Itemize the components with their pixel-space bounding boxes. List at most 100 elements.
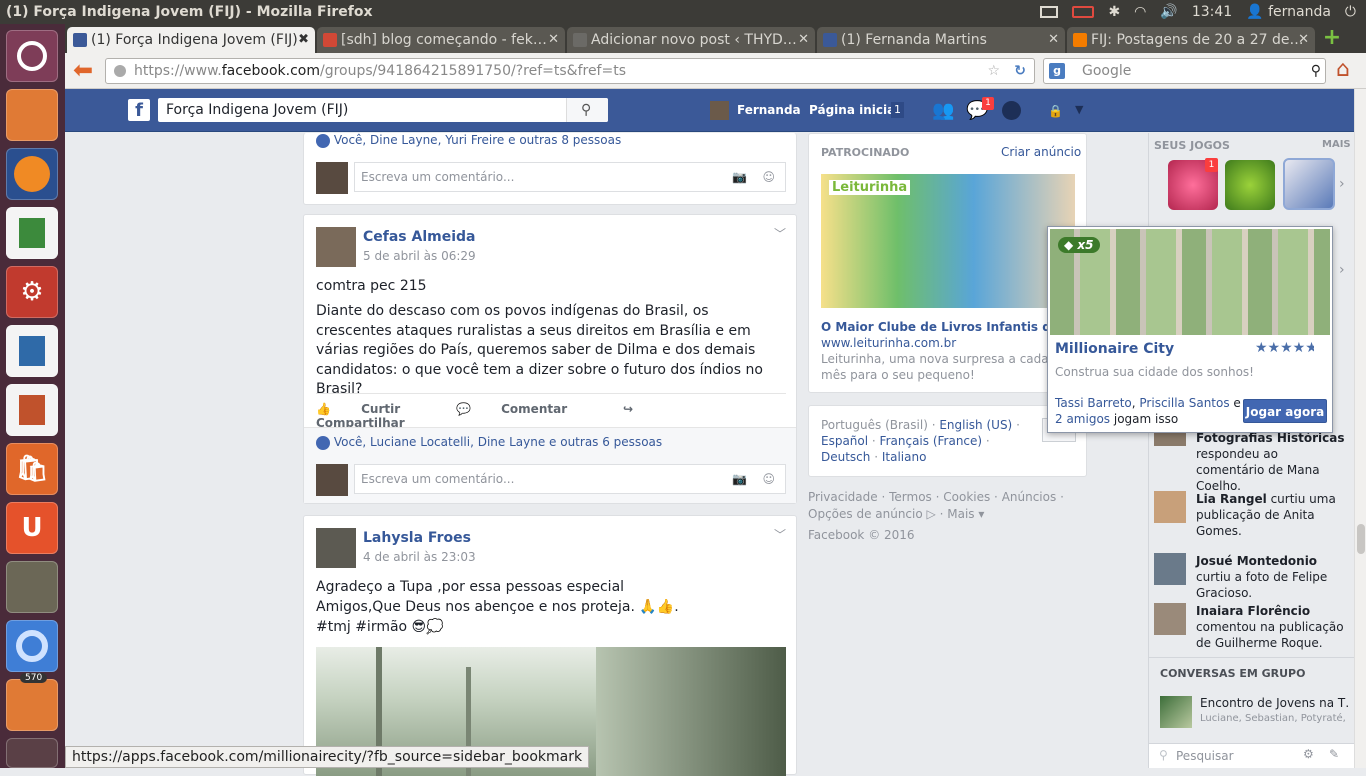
- ad-title[interactable]: O Maior Clube de Livros Infantis do Bras…: [821, 320, 1081, 334]
- close-tab-icon[interactable]: ✕: [1298, 27, 1309, 53]
- mail-icon[interactable]: [1040, 6, 1059, 18]
- create-ad-link[interactable]: Criar anúncio: [1001, 145, 1081, 159]
- like-button[interactable]: 👍 Curtir: [316, 402, 426, 416]
- trash-icon[interactable]: [6, 738, 58, 768]
- comment-button[interactable]: 💬 Comentar: [456, 402, 593, 416]
- footer-link[interactable]: Anúncios: [1002, 490, 1057, 504]
- gear-icon[interactable]: ⚙: [1303, 747, 1314, 761]
- ubuntu-one-icon[interactable]: U: [6, 502, 58, 554]
- shopping-icon[interactable]: 🛍: [6, 443, 58, 495]
- search-button[interactable]: ⚲: [566, 98, 608, 122]
- close-tab-icon[interactable]: ✕: [548, 27, 559, 53]
- profile-avatar[interactable]: [710, 101, 729, 120]
- camera-icon[interactable]: 📷: [732, 465, 747, 493]
- author-avatar[interactable]: [316, 528, 356, 568]
- compose-icon[interactable]: ✎: [1329, 747, 1339, 761]
- page-scrollbar[interactable]: [1354, 89, 1366, 768]
- hashtags[interactable]: #tmj #irmão 😎💭: [316, 618, 444, 638]
- facebook-search-input[interactable]: Força Indigena Jovem (FIJ) ⚲: [158, 98, 608, 122]
- footer-link[interactable]: Opções de anúncio: [808, 507, 923, 521]
- likes-summary[interactable]: Você, Dine Layne, Yuri Freire e outras 8…: [316, 133, 621, 149]
- footer-link[interactable]: Privacidade: [808, 490, 878, 504]
- play-now-button[interactable]: Jogar agora: [1243, 399, 1327, 423]
- power-icon[interactable]: ⏻: [1345, 0, 1356, 24]
- language-link[interactable]: Français (France): [880, 434, 983, 448]
- ad-image[interactable]: Leiturinha: [821, 174, 1075, 308]
- notifications-globe-icon[interactable]: [1002, 101, 1021, 120]
- home-link[interactable]: Página inicial: [809, 103, 899, 117]
- reload-icon[interactable]: ↻: [1014, 59, 1026, 83]
- post-timestamp[interactable]: 5 de abril às 06:29: [363, 249, 476, 263]
- close-tab-icon[interactable]: ✕: [1048, 27, 1059, 53]
- gimp-icon[interactable]: [6, 561, 58, 613]
- battery-icon[interactable]: [1072, 6, 1095, 18]
- friend-link[interactable]: Tassi Barreto: [1055, 396, 1132, 410]
- impress-icon[interactable]: [6, 384, 58, 436]
- footer-link[interactable]: Cookies: [943, 490, 990, 504]
- scrollbar-thumb[interactable]: [1357, 524, 1365, 554]
- home-icon[interactable]: ⌂: [1336, 58, 1360, 82]
- tab-gmail[interactable]: [sdh] blog começando - fek… ✕: [317, 27, 565, 53]
- chat-search-input[interactable]: Pesquisar: [1176, 749, 1234, 763]
- group-conversation-item[interactable]: Encontro de Jovens na T… Luciane, Sebast…: [1160, 694, 1350, 728]
- chevron-right-icon[interactable]: ›: [1339, 176, 1345, 192]
- tab-fernanda-martins[interactable]: (1) Fernanda Martins ✕: [817, 27, 1065, 53]
- game-pet-rescue[interactable]: [1225, 160, 1275, 210]
- account-menu-icon[interactable]: ▼: [1075, 103, 1083, 116]
- more-friends-link[interactable]: 2 amigos: [1055, 412, 1110, 426]
- post-menu-chevron-icon[interactable]: ﹀: [774, 526, 786, 543]
- tab-fij-postagens[interactable]: FIJ: Postagens de 20 a 27 de… ✕: [1067, 27, 1315, 53]
- url-bar[interactable]: https://www.facebook.com/groups/94186421…: [105, 58, 1035, 84]
- wifi-icon[interactable]: ◠: [1134, 0, 1146, 24]
- language-link[interactable]: English (US): [939, 418, 1012, 432]
- chromium-icon[interactable]: [6, 620, 58, 672]
- camera-icon[interactable]: 📷: [732, 163, 747, 191]
- likes-summary[interactable]: Você, Luciane Locatelli, Dine Layne e ou…: [316, 435, 662, 451]
- update-manager-icon[interactable]: 570: [6, 673, 58, 731]
- ubuntu-logo-icon[interactable]: [6, 30, 58, 82]
- bluetooth-icon[interactable]: ✱: [1108, 0, 1120, 24]
- bookmark-star-icon[interactable]: ☆: [987, 59, 1000, 83]
- firefox-icon[interactable]: [6, 148, 58, 200]
- web-search-bar[interactable]: g Google ⚲: [1043, 58, 1326, 84]
- files-icon[interactable]: [6, 89, 58, 141]
- chevron-right-icon[interactable]: ›: [1339, 262, 1345, 278]
- privacy-lock-icon[interactable]: 🔒: [1048, 104, 1063, 118]
- new-tab-icon[interactable]: +: [1321, 27, 1343, 49]
- post-timestamp[interactable]: 4 de abril às 23:03: [363, 550, 476, 564]
- language-link[interactable]: Italiano: [882, 450, 927, 464]
- friend-link[interactable]: Priscilla Santos: [1139, 396, 1229, 410]
- spreadsheet-icon[interactable]: [6, 207, 58, 259]
- post-menu-chevron-icon[interactable]: ﹀: [774, 225, 786, 242]
- emoji-icon[interactable]: ☺: [762, 163, 775, 191]
- avatar[interactable]: [316, 162, 348, 194]
- footer-link[interactable]: Mais: [947, 507, 974, 521]
- language-link[interactable]: Deutsch: [821, 450, 870, 464]
- avatar[interactable]: [316, 464, 348, 496]
- comment-input[interactable]: Escreva um comentário... 📷 ☺: [354, 162, 786, 192]
- comment-input[interactable]: Escreva um comentário... 📷 ☺: [354, 464, 786, 494]
- search-icon[interactable]: ⚲: [1311, 59, 1321, 83]
- game-title[interactable]: Millionaire City: [1055, 341, 1174, 357]
- author-name[interactable]: Cefas Almeida: [363, 229, 476, 245]
- games-more-link[interactable]: MAIS: [1322, 139, 1351, 150]
- tab-adicionar-post[interactable]: Adicionar novo post ‹ THYD… ✕: [567, 27, 815, 53]
- tab-forca-indigena[interactable]: (1) Força Indigena Jovem (FIJ) ✖: [67, 27, 315, 53]
- writer-icon[interactable]: [6, 325, 58, 377]
- close-tab-icon[interactable]: ✖: [298, 27, 309, 53]
- footer-link[interactable]: Termos: [889, 490, 932, 504]
- volume-icon[interactable]: 🔊: [1160, 0, 1177, 24]
- friend-requests-icon[interactable]: 👥: [932, 100, 954, 121]
- clock[interactable]: 13:41: [1192, 0, 1232, 24]
- user-menu[interactable]: 👤 fernanda: [1246, 0, 1331, 24]
- back-arrow-icon[interactable]: ⬅: [70, 58, 96, 84]
- profile-link[interactable]: Fernanda: [737, 103, 801, 117]
- game-banner-image[interactable]: ◆ x5: [1050, 229, 1330, 335]
- settings-icon[interactable]: ⚙: [6, 266, 58, 318]
- emoji-icon[interactable]: ☺: [762, 465, 775, 493]
- close-tab-icon[interactable]: ✕: [798, 27, 809, 53]
- game-millionaire-city[interactable]: [1283, 158, 1335, 210]
- facebook-logo-icon[interactable]: f: [128, 99, 150, 121]
- ad-url[interactable]: www.leiturinha.com.br: [821, 336, 956, 350]
- author-avatar[interactable]: [316, 227, 356, 267]
